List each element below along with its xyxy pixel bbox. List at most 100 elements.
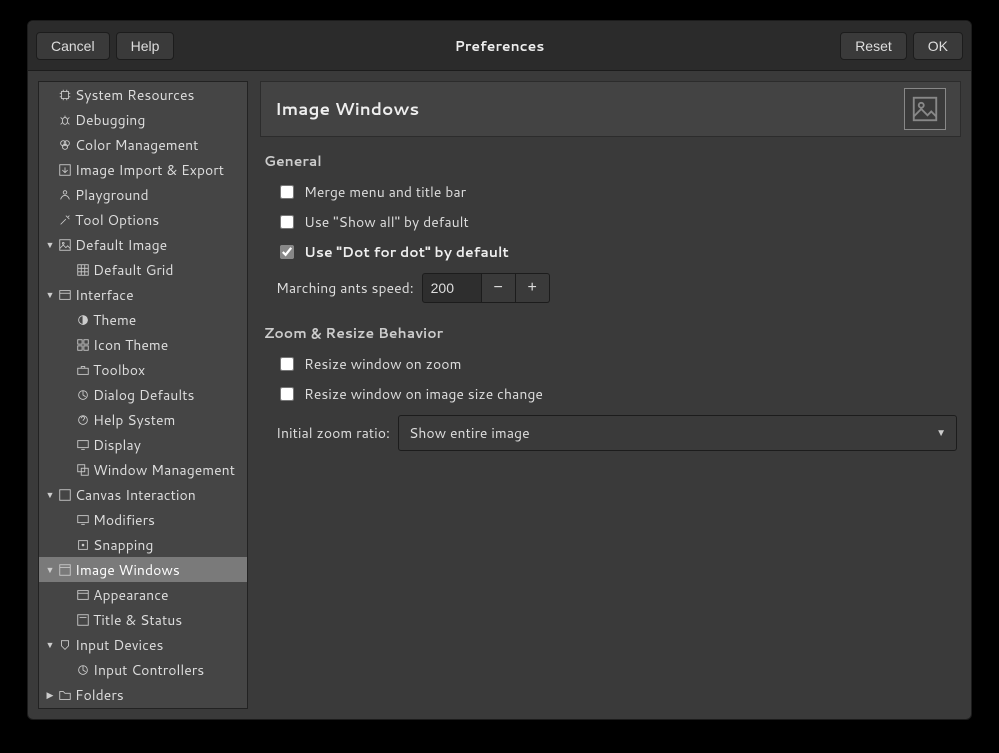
expander-icon[interactable]: ▶ bbox=[43, 688, 57, 701]
tree-item-label: Help System bbox=[93, 410, 175, 430]
image-windows-icon bbox=[904, 88, 946, 130]
marching-ants-input[interactable] bbox=[422, 273, 482, 303]
tree-item-label: Default Image bbox=[75, 235, 167, 255]
windows-icon bbox=[75, 462, 91, 478]
content-header: Image Windows bbox=[260, 81, 961, 137]
merge-menu-row[interactable]: Merge menu and title bar bbox=[264, 177, 957, 207]
tree-item-label: Modifiers bbox=[93, 510, 155, 530]
tree-item-default-grid[interactable]: Default Grid bbox=[39, 257, 247, 282]
tree-item-label: Image Import & Export bbox=[75, 160, 224, 180]
tree-item-playground[interactable]: Playground bbox=[39, 182, 247, 207]
tree-item-label: Interface bbox=[75, 285, 134, 305]
resize-on-zoom-label: Resize window on zoom bbox=[304, 354, 461, 374]
folder-icon bbox=[57, 687, 73, 703]
resize-on-zoom-row[interactable]: Resize window on zoom bbox=[264, 349, 957, 379]
tree-item-image-windows[interactable]: ▼ Image Windows bbox=[39, 557, 247, 582]
play-icon bbox=[57, 187, 73, 203]
tree-item-debugging[interactable]: Debugging bbox=[39, 107, 247, 132]
resize-on-zoom-checkbox[interactable] bbox=[280, 357, 294, 371]
marching-ants-increment[interactable]: + bbox=[516, 273, 550, 303]
tree-item-folders[interactable]: ▶ Folders bbox=[39, 682, 247, 707]
tree-item-default-image[interactable]: ▼ Default Image bbox=[39, 232, 247, 257]
controller-icon bbox=[75, 662, 91, 678]
general-heading: General bbox=[264, 151, 957, 171]
tree-item-display[interactable]: Display bbox=[39, 432, 247, 457]
expander-icon[interactable]: ▼ bbox=[43, 563, 57, 576]
initial-zoom-combo[interactable]: Show entire image ▼ bbox=[398, 415, 957, 451]
tree-item-window-management[interactable]: Window Management bbox=[39, 457, 247, 482]
grid-icon bbox=[75, 262, 91, 278]
expander-icon[interactable]: ▼ bbox=[43, 288, 57, 301]
tree-item-snapping[interactable]: Snapping bbox=[39, 532, 247, 557]
dot-for-dot-checkbox[interactable] bbox=[280, 245, 294, 259]
preferences-tree[interactable]: System ResourcesDebuggingColor Managemen… bbox=[38, 81, 248, 709]
display-icon bbox=[75, 437, 91, 453]
tree-item-modifiers[interactable]: Modifiers bbox=[39, 507, 247, 532]
tree-item-input-controllers[interactable]: Input Controllers bbox=[39, 657, 247, 682]
tree-item-label: Input Controllers bbox=[93, 660, 204, 680]
snap-icon bbox=[75, 537, 91, 553]
cancel-button[interactable]: Cancel bbox=[36, 32, 110, 60]
resize-on-size-checkbox[interactable] bbox=[280, 387, 294, 401]
tree-item-appearance[interactable]: Appearance bbox=[39, 582, 247, 607]
expander-icon[interactable]: ▼ bbox=[43, 638, 57, 651]
tree-item-image-import-export[interactable]: Image Import & Export bbox=[39, 157, 247, 182]
dialog-icon bbox=[75, 387, 91, 403]
form-area: General Merge menu and title bar Use "Sh… bbox=[260, 137, 961, 457]
merge-menu-checkbox[interactable] bbox=[280, 185, 294, 199]
tree-item-help-system[interactable]: Help System bbox=[39, 407, 247, 432]
tree-item-label: Window Management bbox=[93, 460, 235, 480]
tree-item-toolbox[interactable]: Toolbox bbox=[39, 357, 247, 382]
window-icon bbox=[57, 562, 73, 578]
chip-icon bbox=[57, 87, 73, 103]
dot-for-dot-row[interactable]: Use "Dot for dot" by default bbox=[264, 237, 957, 267]
resize-on-size-row[interactable]: Resize window on image size change bbox=[264, 379, 957, 409]
help-icon bbox=[75, 412, 91, 428]
canvas-icon bbox=[57, 487, 73, 503]
initial-zoom-value: Show entire image bbox=[409, 423, 530, 443]
marching-ants-spinner: − + bbox=[422, 273, 550, 303]
tree-item-input-devices[interactable]: ▼ Input Devices bbox=[39, 632, 247, 657]
ok-button[interactable]: OK bbox=[913, 32, 963, 60]
expander-icon[interactable]: ▼ bbox=[43, 488, 57, 501]
show-all-row[interactable]: Use "Show all" by default bbox=[264, 207, 957, 237]
image-icon bbox=[57, 237, 73, 253]
tree-item-label: Snapping bbox=[93, 535, 153, 555]
help-button[interactable]: Help bbox=[116, 32, 175, 60]
tree-item-label: Folders bbox=[75, 685, 124, 705]
tree-item-system-resources[interactable]: System Resources bbox=[39, 82, 247, 107]
title-icon bbox=[75, 612, 91, 628]
page-title: Image Windows bbox=[275, 97, 419, 121]
reset-button[interactable]: Reset bbox=[840, 32, 907, 60]
show-all-label: Use "Show all" by default bbox=[304, 212, 469, 232]
interface-icon bbox=[57, 287, 73, 303]
tree-item-dialog-defaults[interactable]: Dialog Defaults bbox=[39, 382, 247, 407]
tree-item-label: Playground bbox=[75, 185, 149, 205]
expander-icon[interactable]: ▼ bbox=[43, 238, 57, 251]
tree-item-title-status[interactable]: Title & Status bbox=[39, 607, 247, 632]
tree-item-color-management[interactable]: Color Management bbox=[39, 132, 247, 157]
merge-menu-label: Merge menu and title bar bbox=[304, 182, 466, 202]
import-icon bbox=[57, 162, 73, 178]
tree-item-theme[interactable]: Theme bbox=[39, 307, 247, 332]
tree-item-icon-theme[interactable]: Icon Theme bbox=[39, 332, 247, 357]
tree-item-label: System Resources bbox=[75, 85, 194, 105]
tree-item-label: Icon Theme bbox=[93, 335, 168, 355]
tree-item-label: Tool Options bbox=[75, 210, 159, 230]
tree-item-interface[interactable]: ▼ Interface bbox=[39, 282, 247, 307]
tree-item-label: Canvas Interaction bbox=[75, 485, 196, 505]
input-icon bbox=[57, 637, 73, 653]
bug-icon bbox=[57, 112, 73, 128]
dialog-body: System ResourcesDebuggingColor Managemen… bbox=[28, 71, 971, 719]
tree-item-label: Image Windows bbox=[75, 560, 180, 580]
icons-icon bbox=[75, 337, 91, 353]
show-all-checkbox[interactable] bbox=[280, 215, 294, 229]
tree-item-label: Input Devices bbox=[75, 635, 163, 655]
marching-ants-decrement[interactable]: − bbox=[482, 273, 516, 303]
content-pane: Image Windows General Merge menu and tit… bbox=[260, 81, 961, 709]
tree-item-label: Display bbox=[93, 435, 141, 455]
tree-item-tool-options[interactable]: Tool Options bbox=[39, 207, 247, 232]
preferences-dialog: Cancel Help Preferences Reset OK System … bbox=[27, 20, 972, 720]
initial-zoom-label: Initial zoom ratio: bbox=[276, 423, 390, 443]
tree-item-canvas-interaction[interactable]: ▼ Canvas Interaction bbox=[39, 482, 247, 507]
